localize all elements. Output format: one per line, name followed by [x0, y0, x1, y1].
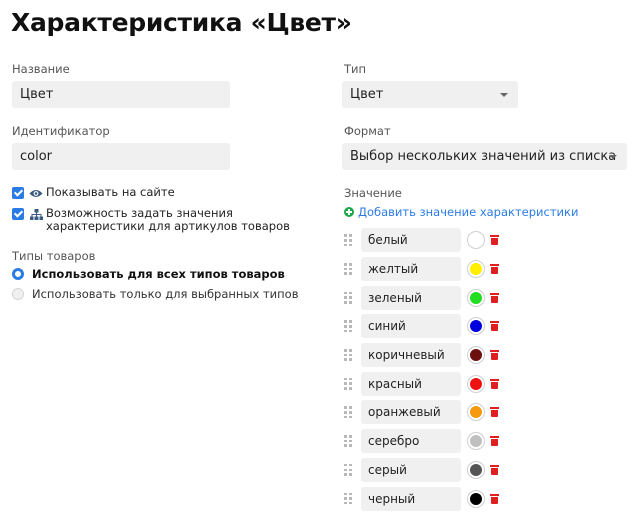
value-row: серебро: [344, 427, 499, 456]
value-row: красный: [344, 369, 499, 398]
value-name-input[interactable]: зеленый: [361, 285, 461, 310]
add-value-link[interactable]: Добавить значение характеристики: [344, 205, 578, 219]
value-row: оранжевый: [344, 398, 499, 427]
chevron-down-icon: [500, 93, 508, 97]
format-label: Формат: [344, 124, 391, 138]
value-name-input[interactable]: серебро: [361, 429, 461, 454]
name-label: Название: [12, 62, 70, 76]
radio-all-types-label: Использовать для всех типов товаров: [32, 267, 285, 281]
drag-handle-icon[interactable]: [344, 463, 353, 476]
value-row: коричневый: [344, 341, 499, 370]
sku-values-checkbox-row[interactable]: Возможность задать значения характеристи…: [12, 207, 334, 233]
color-swatch[interactable]: [468, 490, 484, 507]
sku-values-checkbox[interactable]: [12, 208, 24, 220]
page-title: Характеристика «Цвет»: [11, 8, 352, 37]
color-swatch[interactable]: [468, 461, 484, 478]
hierarchy-icon: [29, 208, 43, 220]
trash-icon[interactable]: [490, 264, 499, 275]
values-label: Значение: [344, 186, 402, 200]
color-swatch[interactable]: [468, 433, 484, 450]
name-input[interactable]: Цвет: [12, 81, 230, 108]
chevron-down-icon: [609, 155, 617, 159]
radio-all-types[interactable]: [12, 268, 24, 280]
product-types-label: Типы товаров: [12, 249, 96, 263]
drag-handle-icon[interactable]: [344, 320, 353, 333]
drag-handle-icon[interactable]: [344, 406, 353, 419]
value-row: синий: [344, 312, 499, 341]
type-label: Тип: [344, 62, 367, 76]
value-name-input[interactable]: серый: [361, 457, 461, 482]
show-on-site-checkbox[interactable]: [12, 187, 24, 199]
type-select-value: Цвет: [350, 87, 384, 102]
value-row: черный: [344, 484, 499, 513]
color-swatch[interactable]: [468, 289, 484, 306]
type-select[interactable]: Цвет: [342, 81, 518, 108]
value-name-input[interactable]: белый: [361, 228, 461, 253]
trash-icon[interactable]: [490, 321, 499, 332]
value-name-input[interactable]: красный: [361, 371, 461, 396]
drag-handle-icon[interactable]: [344, 492, 353, 505]
trash-icon[interactable]: [490, 464, 499, 475]
drag-handle-icon[interactable]: [344, 291, 353, 304]
radio-selected-types[interactable]: [12, 288, 24, 300]
drag-handle-icon[interactable]: [344, 349, 353, 361]
format-select-value: Выбор нескольких значений из списка: [350, 149, 617, 164]
drag-handle-icon[interactable]: [344, 263, 353, 275]
show-on-site-label: Показывать на сайте: [46, 185, 175, 199]
radio-all-types-row[interactable]: Использовать для всех типов товаров: [12, 267, 285, 281]
drag-handle-icon[interactable]: [344, 234, 353, 247]
eye-icon: [29, 187, 43, 199]
trash-icon[interactable]: [490, 407, 499, 418]
value-row: зеленый: [344, 283, 499, 312]
identifier-input[interactable]: color: [12, 143, 230, 170]
value-row: белый: [344, 226, 499, 255]
radio-selected-types-label: Использовать только для выбранных типов: [32, 287, 299, 301]
color-swatch[interactable]: [468, 404, 484, 421]
drag-handle-icon[interactable]: [344, 435, 353, 447]
plus-circle-icon: [344, 207, 354, 217]
trash-icon[interactable]: [490, 292, 499, 303]
color-swatch[interactable]: [468, 261, 484, 278]
format-select[interactable]: Выбор нескольких значений из списка: [342, 143, 627, 170]
values-list: белый желтый зеленый синий коричневый красный…: [344, 226, 499, 513]
identifier-label: Идентификатор: [12, 124, 110, 138]
value-row: серый: [344, 456, 499, 485]
value-name-input[interactable]: желтый: [361, 257, 461, 282]
radio-selected-types-row[interactable]: Использовать только для выбранных типов: [12, 287, 298, 301]
value-name-input[interactable]: коричневый: [361, 343, 461, 368]
trash-icon[interactable]: [490, 436, 499, 447]
sku-values-label: Возможность задать значения характеристи…: [46, 206, 290, 233]
value-row: желтый: [344, 255, 499, 284]
value-name-input[interactable]: синий: [361, 314, 461, 339]
show-on-site-checkbox-row[interactable]: Показывать на сайте: [12, 186, 175, 199]
color-swatch[interactable]: [468, 375, 484, 392]
trash-icon[interactable]: [490, 493, 499, 504]
color-swatch[interactable]: [468, 232, 484, 249]
color-swatch[interactable]: [468, 347, 484, 364]
add-value-label: Добавить значение характеристики: [358, 205, 579, 219]
trash-icon[interactable]: [490, 235, 499, 246]
trash-icon[interactable]: [490, 350, 499, 361]
value-name-input[interactable]: черный: [361, 486, 461, 511]
trash-icon[interactable]: [490, 378, 499, 389]
color-swatch[interactable]: [468, 318, 484, 335]
value-name-input[interactable]: оранжевый: [361, 400, 461, 425]
drag-handle-icon[interactable]: [344, 377, 353, 390]
